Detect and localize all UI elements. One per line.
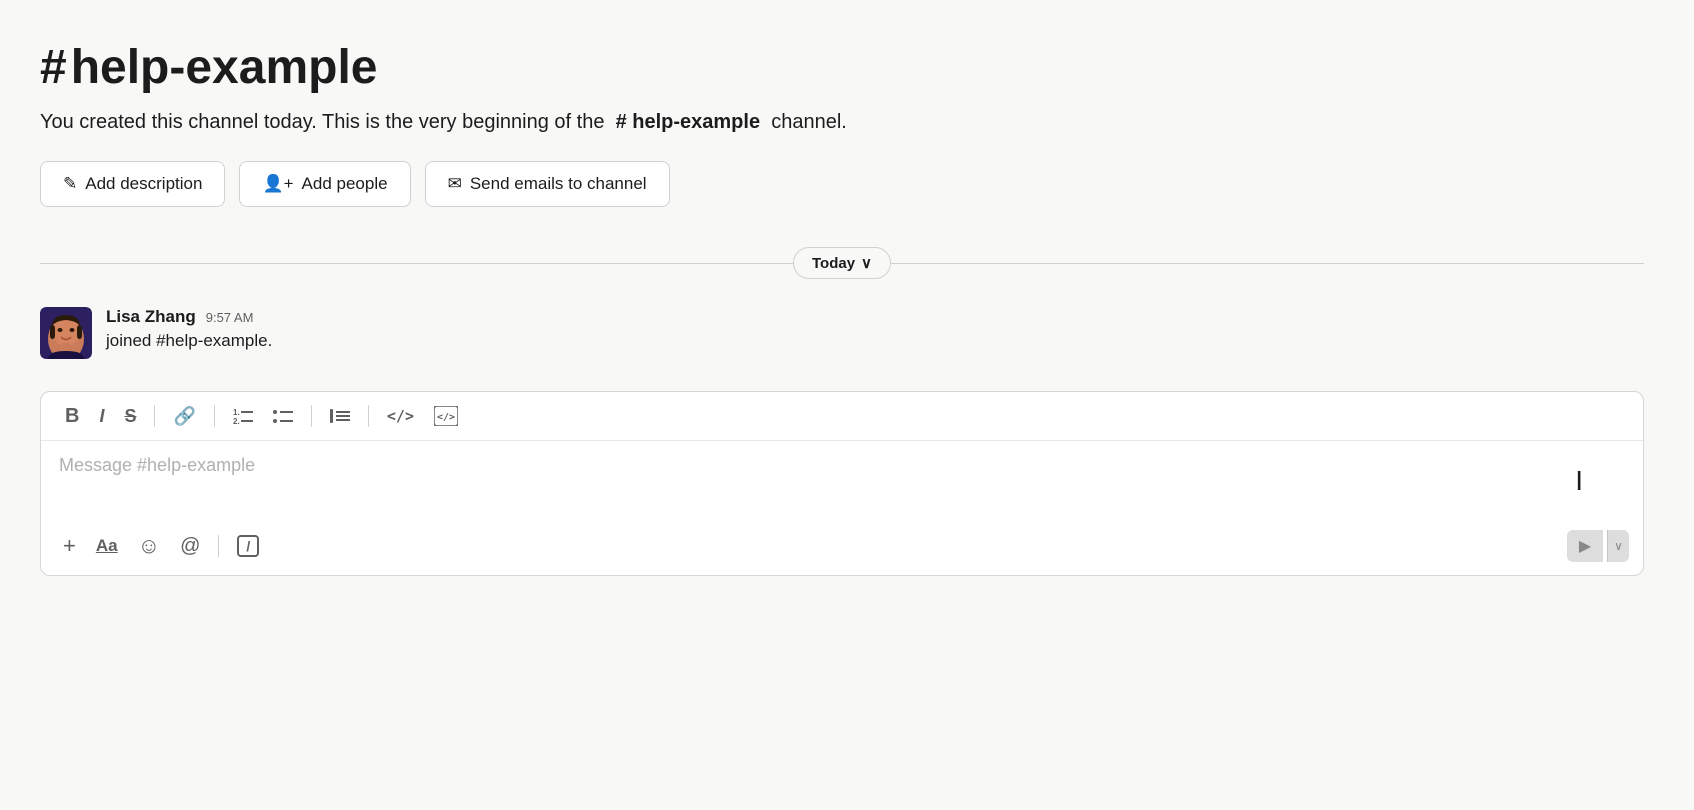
italic-button[interactable]: I: [91, 403, 112, 429]
email-icon: ✉: [448, 174, 462, 194]
add-people-button[interactable]: 👤+ Add people: [239, 161, 410, 207]
unordered-list-button[interactable]: [265, 403, 301, 429]
channel-title: # help-example: [40, 40, 1644, 95]
message-meta: Lisa Zhang 9:57 AM: [106, 307, 1644, 327]
code-block-button[interactable]: </>: [426, 402, 466, 430]
avatar: [40, 307, 92, 359]
message-entry: Lisa Zhang 9:57 AM joined #help-example.: [40, 307, 1644, 359]
hash-symbol: #: [40, 40, 67, 95]
today-divider-button[interactable]: Today ∨: [793, 247, 891, 279]
subtitle-suffix: channel.: [771, 111, 847, 133]
slash-icon: /: [237, 535, 259, 557]
bold-button[interactable]: B: [57, 402, 87, 430]
link-button[interactable]: 🔗: [165, 403, 203, 429]
ordered-list-button[interactable]: 1. 2.: [225, 403, 261, 429]
send-emails-label: Send emails to channel: [470, 174, 647, 194]
toolbar-separator-2: [214, 405, 215, 427]
svg-text:1.: 1.: [233, 408, 240, 417]
block-quote-button[interactable]: [322, 403, 358, 429]
date-divider: Today ∨: [40, 247, 1644, 279]
emoji-button[interactable]: ☺: [130, 529, 168, 563]
add-person-icon: 👤+: [262, 174, 293, 194]
add-description-button[interactable]: ✎ Add description: [40, 161, 225, 207]
footer-separator: [218, 535, 219, 557]
subtitle-channel: # help-example: [610, 111, 766, 133]
divider-line-left: [40, 263, 793, 264]
message-text: joined #help-example.: [106, 331, 1644, 351]
toolbar-separator-1: [154, 405, 155, 427]
channel-subtitle: You created this channel today. This is …: [40, 107, 1644, 137]
send-emails-button[interactable]: ✉ Send emails to channel: [425, 161, 670, 207]
svg-text:2.: 2.: [233, 417, 240, 425]
text-format-button[interactable]: Aa: [88, 532, 126, 560]
add-description-label: Add description: [85, 174, 202, 194]
compose-area[interactable]: Message #help-example I: [41, 441, 1643, 521]
chevron-down-icon: ∨: [861, 254, 872, 272]
text-cursor: I: [1575, 465, 1583, 497]
add-people-label: Add people: [302, 174, 388, 194]
compose-toolbar: B I S 🔗 1. 2.: [41, 392, 1643, 441]
message-author: Lisa Zhang: [106, 307, 196, 327]
message-content: Lisa Zhang 9:57 AM joined #help-example.: [106, 307, 1644, 351]
subtitle-prefix: You created this channel today. This is …: [40, 111, 604, 133]
compose-box: B I S 🔗 1. 2.: [40, 391, 1644, 576]
toolbar-separator-4: [368, 405, 369, 427]
svg-text:</>: </>: [437, 412, 455, 423]
compose-placeholder: Message #help-example: [59, 455, 1625, 476]
mention-button[interactable]: @: [172, 531, 208, 562]
slash-command-button[interactable]: /: [229, 531, 267, 561]
pencil-icon: ✎: [63, 174, 77, 194]
send-button-group: ▶ ∨: [1567, 530, 1629, 562]
send-message-button[interactable]: ▶: [1567, 530, 1603, 562]
message-time: 9:57 AM: [206, 310, 254, 325]
chevron-down-icon: ∨: [1614, 539, 1623, 553]
channel-name: help-example: [71, 40, 378, 95]
toolbar-separator-3: [311, 405, 312, 427]
send-arrow-icon: ▶: [1579, 536, 1591, 556]
action-buttons: ✎ Add description 👤+ Add people ✉ Send e…: [40, 161, 1644, 207]
code-button[interactable]: </>: [379, 405, 422, 428]
channel-header: # help-example You created this channel …: [40, 40, 1644, 207]
attach-button[interactable]: +: [55, 529, 84, 563]
send-options-button[interactable]: ∨: [1607, 530, 1629, 562]
today-label: Today: [812, 255, 855, 272]
compose-footer: + Aa ☺ @ / ▶ ∨: [41, 521, 1643, 575]
strikethrough-button[interactable]: S: [116, 403, 144, 429]
divider-line-right: [891, 263, 1644, 264]
